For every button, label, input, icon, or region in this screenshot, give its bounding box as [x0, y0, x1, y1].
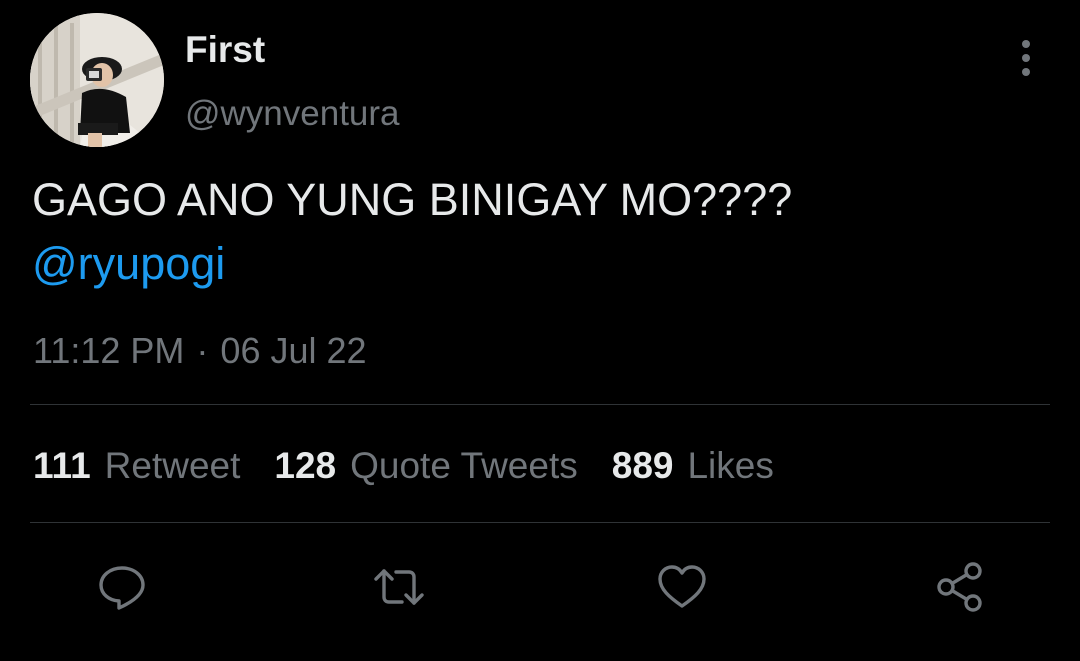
- reply-icon: [99, 566, 145, 610]
- stat-count: 128: [274, 445, 337, 486]
- share-icon: [937, 562, 982, 612]
- tweet-time: 11:12 PM: [33, 330, 185, 371]
- stat-label: Quote Tweets: [350, 445, 578, 486]
- avatar[interactable]: [30, 13, 164, 147]
- quote-tweets-count-link[interactable]: 128 Quote Tweets: [274, 443, 577, 489]
- divider: [30, 404, 1050, 405]
- like-icon: [658, 565, 706, 608]
- tweet-stats: 111 Retweet 128 Quote Tweets 889 Likes: [33, 443, 808, 489]
- reply-button[interactable]: [95, 560, 149, 614]
- user-handle[interactable]: @wynventura: [185, 92, 400, 136]
- like-button[interactable]: [655, 560, 709, 614]
- tweet-timestamp[interactable]: 11:12 PM · 06 Jul 22: [33, 328, 367, 374]
- tweet-date: 06 Jul 22: [220, 330, 367, 371]
- more-vertical-icon: [1022, 40, 1030, 76]
- likes-count-link[interactable]: 889 Likes: [612, 443, 774, 489]
- retweet-icon: [374, 569, 424, 605]
- stat-label: Retweet: [104, 445, 241, 486]
- stat-count: 111: [33, 445, 91, 486]
- stat-label: Likes: [687, 445, 774, 486]
- meta-separator: ·: [196, 330, 209, 371]
- retweet-button[interactable]: [372, 560, 426, 614]
- share-button[interactable]: [933, 560, 987, 614]
- divider: [30, 522, 1050, 523]
- stat-count: 889: [611, 445, 674, 486]
- mention-link[interactable]: @ryupogi: [32, 236, 225, 292]
- retweet-count-link[interactable]: 111 Retweet: [33, 443, 240, 489]
- tweet-detail: First @wynventura GAGO ANO YUNG BINIGAY …: [0, 0, 1080, 661]
- tweet-text: GAGO ANO YUNG BINIGAY MO????: [32, 174, 793, 225]
- display-name[interactable]: First: [185, 28, 265, 72]
- more-options-button[interactable]: [1006, 36, 1046, 80]
